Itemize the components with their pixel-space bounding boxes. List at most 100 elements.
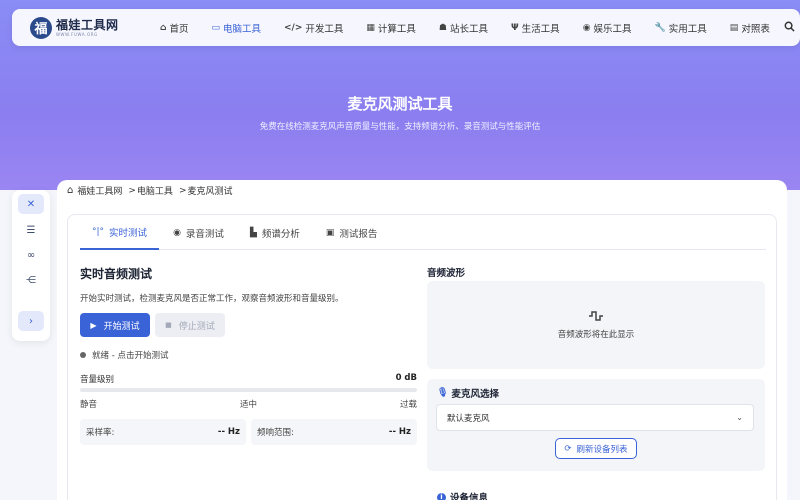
mic-select-title-text: 麦克风选择 [451, 389, 499, 400]
scale-high: 过载 [399, 400, 417, 410]
start-test-label: 开始测试 [103, 321, 140, 332]
tab[interactable]: ▣ 测试报告 [314, 215, 390, 250]
chevron-right-icon[interactable]: › [18, 311, 44, 331]
page-title: 麦克风测试工具 [347, 95, 453, 113]
main-content: ⌂ 福娃工具网 > 电脑工具 > 麦克风测试 °|° 实时测试 ◉ 录音测试 ▙ 频谱分析… [57, 180, 787, 500]
nav-item[interactable]: ▦ 计算工具 [366, 21, 416, 35]
site-name: 福娃工具网 [56, 17, 119, 32]
site-domain: WWW.FUWA.ORG [56, 31, 98, 37]
microphone-icon: 🎙 [437, 388, 449, 398]
mic-select-dropdown[interactable]: 默认麦克风 ⌄ [436, 404, 754, 431]
nav-item[interactable]: Ψ 生活工具 [511, 21, 560, 35]
refresh-icon: ⟳ [564, 443, 572, 454]
mic-select-title: 🎙 麦克风选择 [437, 386, 499, 400]
level-value: 0 dB [395, 373, 417, 383]
page-subtitle: 免费在线检测麦克风声音质量与性能，支持频谱分析、录音测试与性能评估 [259, 122, 541, 132]
nav-item-label: 娱乐工具 [593, 23, 632, 35]
code-icon: </> [284, 22, 303, 33]
nav-item-label: 首页 [169, 23, 189, 35]
top-navbar: 福 福娃工具网 WWW.FUWA.ORG ⌂ 首页 ▭ 电脑工具 </> 开发工具 ▦ 计算工… [12, 9, 800, 46]
nav-item[interactable]: ◉ 娱乐工具 [583, 21, 632, 35]
status-dot [80, 352, 86, 358]
stop-icon: ■ [165, 321, 172, 329]
share-icon[interactable]: ⋲ [18, 270, 44, 290]
device-info-title: i 设备信息 [437, 490, 488, 500]
stop-test-label: 停止测试 [178, 321, 215, 332]
freq-range-label: 频响范围: [257, 428, 294, 438]
nav-item[interactable]: ☗ 站长工具 [439, 21, 488, 35]
nav-item[interactable]: ▭ 电脑工具 [211, 21, 261, 35]
scale-low: 静音 [80, 400, 98, 410]
calculator-icon: ▦ [366, 22, 375, 33]
stop-test-button[interactable]: ■ 停止测试 [155, 313, 225, 337]
breadcrumb: ⌂ 福娃工具网 > 电脑工具 > 麦克风测试 [67, 184, 233, 197]
nav-item-label: 生活工具 [521, 23, 560, 35]
breadcrumb-separator: > [128, 185, 136, 196]
webmaster-icon: ☗ [438, 22, 447, 33]
info-icon: i [437, 492, 446, 500]
refresh-devices-button[interactable]: ⟳ 刷新设备列表 [555, 438, 637, 459]
table-icon: ▤ [729, 22, 739, 33]
nav-item-label: 站长工具 [450, 23, 489, 35]
waveform-placeholder: 音频波形将在此显示 [557, 330, 635, 340]
side-dock: ✕ ☰ ∞ ⋲ › [12, 190, 50, 341]
clipboard-icon: ▣ [325, 227, 335, 238]
wave-square-icon [589, 310, 603, 324]
nav-item-label: 计算工具 [377, 23, 416, 35]
tools-icon[interactable]: ✕ [18, 194, 44, 214]
status-text: 就绪 - 点击开始测试 [92, 351, 169, 361]
breadcrumb-current: 麦克风测试 [187, 187, 233, 197]
site-logo[interactable]: 福 福娃工具网 WWW.FUWA.ORG [30, 16, 155, 39]
nav-item-label: 实用工具 [668, 23, 707, 35]
nav-item[interactable]: ▤ 对照表 [730, 21, 770, 35]
scale-mid: 适中 [239, 400, 257, 410]
gamepad-icon: ◉ [582, 22, 591, 33]
section-description: 开始实时测试，检测麦克风是否正常工作，观察音频波形和音量级别。 [80, 294, 344, 304]
tab-label: 测试报告 [339, 228, 378, 240]
sample-rate-value: -- Hz [217, 427, 240, 437]
mic-select-panel: 🎙 麦克风选择 默认麦克风 ⌄ ⟳ 刷新设备列表 [427, 379, 765, 471]
section-title: 实时音频测试 [80, 267, 153, 281]
nav-item[interactable]: 🔧 实用工具 [655, 21, 707, 35]
sample-rate-label: 采样率: [86, 428, 115, 438]
nav-item[interactable]: ⌂ 首页 [160, 21, 188, 35]
waveform-display: 音频波形将在此显示 [427, 281, 765, 369]
tab-bar: °|° 实时测试 ◉ 录音测试 ▙ 频谱分析 ▣ 测试报告 [80, 215, 766, 250]
wrench-icon: 🔧 [654, 22, 666, 33]
waveform-title: 音频波形 [427, 268, 466, 279]
tab[interactable]: °|° 实时测试 [80, 215, 160, 250]
chevron-down-icon: ⌄ [736, 413, 743, 422]
tab-label: 实时测试 [109, 227, 148, 239]
list-icon[interactable]: ☰ [18, 220, 44, 240]
start-test-button[interactable]: ▶ 开始测试 [80, 313, 150, 337]
breadcrumb-separator: > [178, 185, 187, 196]
chart-icon: ▙ [249, 227, 257, 238]
breadcrumb-home[interactable]: 福娃工具网 [77, 184, 122, 197]
tool-panel: °|° 实时测试 ◉ 录音测试 ▙ 频谱分析 ▣ 测试报告 实时音频测试 开始实时测试，检测麦… [67, 214, 777, 500]
utensils-icon: Ψ [511, 22, 519, 33]
sample-rate-box: 采样率: -- Hz [80, 419, 246, 445]
breadcrumb-category[interactable]: 电脑工具 [137, 184, 173, 197]
nav-item-label: 开发工具 [305, 23, 344, 35]
tab-label: 频谱分析 [261, 228, 300, 240]
nav-item-label: 对照表 [741, 23, 770, 35]
link-icon[interactable]: ∞ [18, 245, 44, 265]
nav-item[interactable]: </> 开发工具 [284, 21, 343, 35]
tab-label: 录音测试 [185, 228, 224, 240]
record-icon: ◉ [173, 227, 181, 238]
search-icon[interactable] [784, 21, 795, 35]
nav-item-label: 电脑工具 [222, 23, 261, 35]
tab[interactable]: ◉ 录音测试 [161, 215, 236, 250]
mic-select-value: 默认麦克风 [447, 413, 490, 424]
play-icon: ▶ [90, 320, 97, 330]
refresh-devices-label: 刷新设备列表 [576, 444, 628, 455]
level-label: 音量级别 [80, 375, 115, 385]
freq-range-value: -- Hz [388, 427, 411, 437]
status-indicator: 就绪 - 点击开始测试 [80, 349, 168, 361]
nav-menu: ⌂ 首页 ▭ 电脑工具 </> 开发工具 ▦ 计算工具 ☗ 站长工具 Ψ 生活工具 ◉ 娱乐工具 🔧 实用工具… [160, 21, 793, 35]
level-meter [80, 388, 417, 392]
microphone-wave-icon: °|° [92, 226, 105, 237]
tab[interactable]: ▙ 频谱分析 [238, 215, 312, 250]
monitor-icon: ▭ [211, 22, 220, 33]
home-icon: ⌂ [160, 22, 167, 33]
